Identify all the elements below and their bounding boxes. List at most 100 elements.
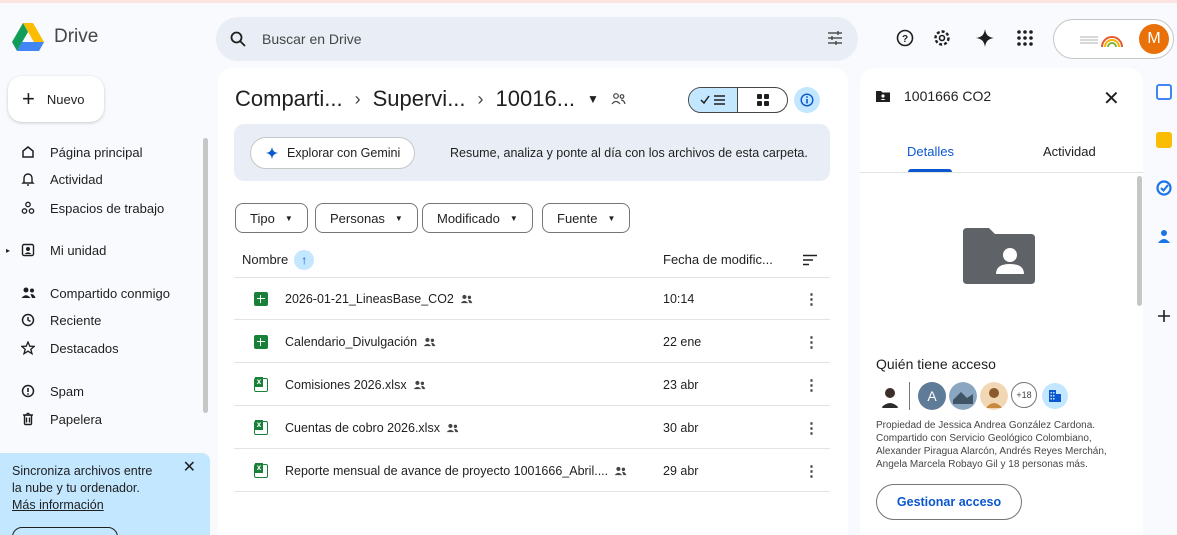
list-view-icon xyxy=(700,95,725,105)
search-input[interactable]: Buscar en Drive xyxy=(262,31,362,47)
account-avatar[interactable]: M xyxy=(1139,24,1169,54)
search-bar[interactable]: Buscar en Drive xyxy=(216,17,858,61)
explore-gemini-button[interactable]: Explorar con Gemini xyxy=(250,137,416,169)
keep-icon[interactable] xyxy=(1156,132,1172,148)
nav-item-label: Papelera xyxy=(50,411,103,427)
avatar-separator xyxy=(909,382,910,410)
table-row[interactable]: 2026-01-21_LineasBase_CO2 10:14 ⋮ xyxy=(234,278,830,320)
sort-arrow-up-icon[interactable]: ↑ xyxy=(294,249,315,270)
filter-source[interactable]: Fuente ▼ xyxy=(542,203,631,233)
shared-folder-large-icon xyxy=(963,228,1035,284)
access-avatars: A +18 xyxy=(876,382,1116,412)
filter-label: Personas xyxy=(330,210,385,226)
close-icon[interactable]: ✕ xyxy=(1103,86,1120,111)
organization-logo-icon xyxy=(1080,36,1123,48)
drive-logo[interactable]: Drive xyxy=(12,23,98,51)
shared-icon xyxy=(20,285,36,301)
more-users-count[interactable]: +18 xyxy=(1011,382,1037,408)
filter-label: Tipo xyxy=(250,210,275,226)
tasks-icon[interactable] xyxy=(1156,180,1172,196)
grid-view-button[interactable] xyxy=(738,88,787,112)
nav-item-workspaces[interactable]: Espacios de trabajo xyxy=(0,195,200,221)
calendar-icon[interactable] xyxy=(1156,84,1172,100)
nav-item-shared[interactable]: Compartido conmigo xyxy=(0,280,200,306)
nav-item-my-drive[interactable]: ▸ Mi unidad xyxy=(0,237,200,263)
info-icon xyxy=(800,93,814,107)
dropdown-arrow-icon[interactable]: ▼ xyxy=(587,92,599,106)
nav-item-recent[interactable]: Reciente xyxy=(0,307,200,333)
sort-options-icon[interactable] xyxy=(802,254,818,266)
help-icon[interactable]: ? xyxy=(894,27,916,49)
filter-modified[interactable]: Modificado ▼ xyxy=(422,203,533,233)
column-name[interactable]: Nombre ↑ xyxy=(242,249,315,270)
details-title: 1001666 CO2 xyxy=(904,88,992,104)
breadcrumb-item-current[interactable]: 10016... xyxy=(496,86,576,112)
more-options-icon[interactable]: ⋮ xyxy=(804,333,819,351)
more-info-link[interactable]: Más información xyxy=(12,497,198,514)
dropdown-arrow-icon: ▼ xyxy=(607,213,616,223)
download-button[interactable] xyxy=(12,527,118,535)
file-date: 30 abr xyxy=(663,421,699,435)
add-icon[interactable] xyxy=(1156,308,1172,324)
file-date: 23 abr xyxy=(663,378,699,392)
manage-access-button[interactable]: Gestionar acceso xyxy=(876,484,1022,520)
more-options-icon[interactable]: ⋮ xyxy=(804,376,819,394)
shared-folder-icon xyxy=(611,93,626,105)
nav-item-label: Mi unidad xyxy=(50,242,107,258)
excel-file-icon xyxy=(254,377,268,392)
shared-icon xyxy=(423,337,436,347)
breadcrumb-item-shared[interactable]: Comparti... xyxy=(235,86,343,112)
owner-avatar[interactable] xyxy=(876,382,904,410)
new-button[interactable]: + Nuevo xyxy=(8,76,104,122)
user-avatar-photo[interactable] xyxy=(980,382,1008,410)
column-date[interactable]: Fecha de modific... xyxy=(663,252,773,267)
more-options-icon[interactable]: ⋮ xyxy=(804,419,819,437)
tab-details[interactable]: Detalles xyxy=(907,144,954,159)
organization-avatar[interactable] xyxy=(1042,383,1068,409)
info-button[interactable] xyxy=(794,87,820,113)
gemini-sparkle-icon[interactable] xyxy=(974,27,996,49)
filter-type[interactable]: Tipo ▼ xyxy=(235,203,308,233)
more-options-icon[interactable]: ⋮ xyxy=(804,462,819,480)
file-name: Reporte mensual de avance de proyecto 10… xyxy=(285,464,609,478)
nav-item-home[interactable]: Página principal xyxy=(0,139,200,165)
file-name: Comisiones 2026.xlsx xyxy=(285,378,407,392)
table-row[interactable]: Calendario_Divulgación 22 ene ⋮ xyxy=(234,321,830,363)
search-options-icon[interactable] xyxy=(826,29,844,47)
details-scrollbar[interactable] xyxy=(1137,176,1142,306)
table-row[interactable]: Reporte mensual de avance de proyecto 10… xyxy=(234,450,830,492)
settings-gear-icon[interactable] xyxy=(931,27,953,49)
user-avatar-letter[interactable]: A xyxy=(918,382,946,410)
nav-item-trash[interactable]: Papelera xyxy=(0,406,200,432)
google-sheets-icon xyxy=(254,335,268,349)
account-switcher[interactable]: M xyxy=(1053,19,1174,59)
sync-text-line1: Sincroniza archivos entre xyxy=(12,464,153,478)
grid-view-icon xyxy=(756,94,769,106)
contacts-icon[interactable] xyxy=(1156,228,1172,244)
breadcrumb-item-supervision[interactable]: Supervi... xyxy=(373,86,466,112)
nav-item-label: Reciente xyxy=(50,312,102,328)
nav-item-activity[interactable]: Actividad xyxy=(0,166,200,192)
chevron-right-icon: › xyxy=(477,88,484,109)
table-row[interactable]: Comisiones 2026.xlsx 23 abr ⋮ xyxy=(234,364,830,406)
nav-item-starred[interactable]: Destacados xyxy=(0,335,200,361)
my-drive-icon xyxy=(20,242,36,258)
user-avatar-photo[interactable] xyxy=(949,382,977,410)
apps-grid-icon[interactable] xyxy=(1014,27,1036,49)
filter-label: Modificado xyxy=(437,210,500,226)
more-options-icon[interactable]: ⋮ xyxy=(804,290,819,308)
gemini-sparkle-icon xyxy=(265,146,279,160)
nav-item-spam[interactable]: Spam xyxy=(0,378,200,404)
close-icon[interactable]: ✕ xyxy=(183,459,196,476)
filter-people[interactable]: Personas ▼ xyxy=(315,203,418,233)
table-row[interactable]: Cuentas de cobro 2026.xlsx 30 abr ⋮ xyxy=(234,407,830,449)
view-toggle xyxy=(688,87,788,113)
access-heading: Quién tiene acceso xyxy=(876,356,996,372)
nav-scrollbar[interactable] xyxy=(203,138,208,413)
expand-arrow-icon[interactable]: ▸ xyxy=(6,246,10,255)
file-date: 10:14 xyxy=(663,292,695,306)
list-view-button[interactable] xyxy=(689,88,739,112)
tab-activity[interactable]: Actividad xyxy=(1043,144,1096,159)
explore-gemini-label: Explorar con Gemini xyxy=(287,146,401,160)
gemini-banner: Explorar con Gemini Resume, analiza y po… xyxy=(234,124,830,181)
